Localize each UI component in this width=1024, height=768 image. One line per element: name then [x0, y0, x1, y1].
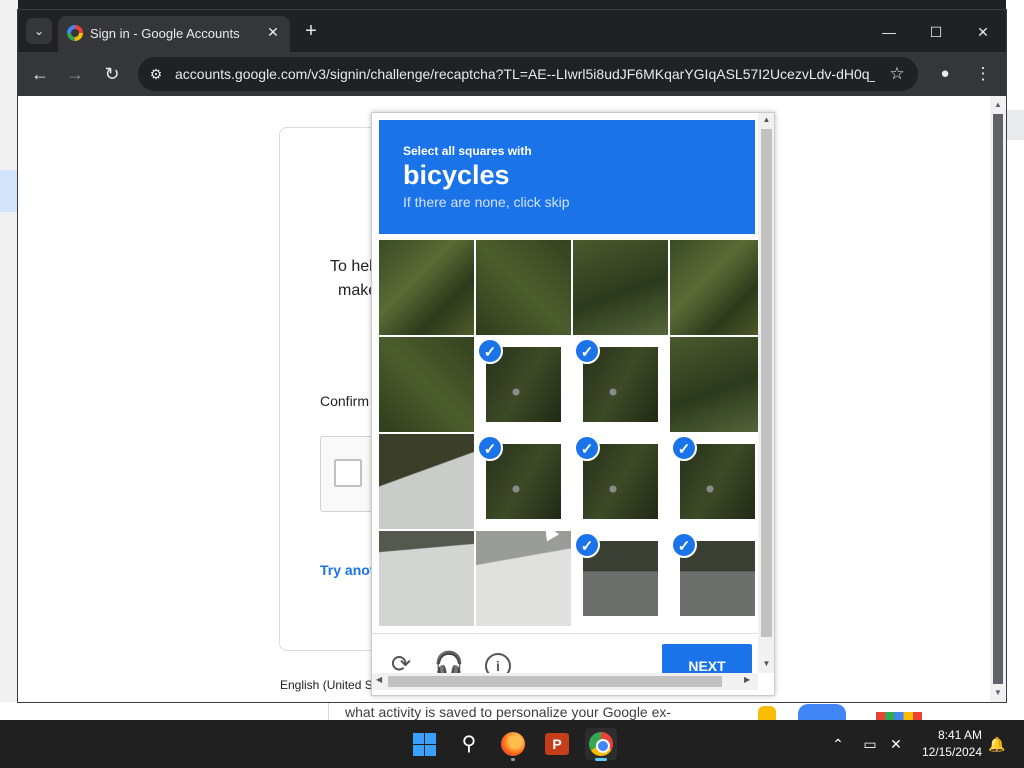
- captcha-tile-selected[interactable]: ✓: [573, 531, 668, 626]
- language-selector[interactable]: English (United S: [280, 678, 373, 692]
- background-illustration: [798, 704, 846, 720]
- captcha-vertical-scrollbar[interactable]: ▲ ▼: [758, 113, 774, 673]
- network-icon[interactable]: ▭: [860, 734, 880, 754]
- tab-active[interactable]: Sign in - Google Accounts ✕: [58, 16, 290, 52]
- captcha-tile[interactable]: [670, 337, 765, 432]
- reload-icon[interactable]: ↻: [98, 60, 126, 88]
- captcha-tile[interactable]: [476, 240, 571, 335]
- captcha-hint-text: If there are none, click skip: [403, 194, 570, 210]
- captcha-image-grid: ✓ ✓ ✓ ✓ ✓ ✓ ✓: [379, 240, 765, 626]
- system-clock[interactable]: 8:41 AM 12/15/2024: [912, 727, 982, 761]
- captcha-tile[interactable]: [670, 240, 765, 335]
- captcha-instructions: Select all squares with bicycles If ther…: [379, 120, 755, 234]
- close-window-button[interactable]: ✕: [960, 18, 1006, 46]
- page-scrollbar[interactable]: ▲ ▼: [990, 96, 1006, 702]
- captcha-tile-selected[interactable]: ✓: [670, 434, 765, 529]
- background-illustration: [758, 706, 776, 720]
- address-bar[interactable]: ⚙ accounts.google.com/v3/signin/challeng…: [138, 57, 918, 91]
- captcha-tile[interactable]: [573, 240, 668, 335]
- confirm-label: Confirm: [320, 393, 370, 409]
- captcha-tile[interactable]: [379, 434, 474, 529]
- captcha-tile[interactable]: [379, 337, 474, 432]
- captcha-instruction-text: Select all squares with: [403, 144, 532, 158]
- tab-title: Sign in - Google Accounts: [90, 26, 240, 41]
- signin-message-line: To hel: [330, 258, 373, 275]
- page-content: To hel make Confirm Try anot English (Un…: [18, 96, 990, 702]
- checkmark-icon: ✓: [671, 435, 697, 461]
- profile-icon[interactable]: ●: [934, 63, 956, 85]
- tab-close-icon[interactable]: ✕: [264, 23, 282, 41]
- forward-arrow-icon[interactable]: →: [61, 60, 89, 88]
- captcha-tile[interactable]: [476, 531, 571, 626]
- background-window-bottom: what activity is saved to personalize yo…: [0, 702, 1024, 720]
- background-window-right: [1006, 0, 1024, 720]
- try-another-way-link[interactable]: Try anot: [320, 562, 374, 578]
- captcha-tile-selected[interactable]: ✓: [573, 434, 668, 529]
- captcha-tile-selected[interactable]: ✓: [573, 337, 668, 432]
- chrome-window: ⌄ Sign in - Google Accounts ✕ + — ☐ ✕ ← …: [18, 10, 1006, 702]
- back-arrow-icon[interactable]: ←: [26, 60, 54, 88]
- minimize-button[interactable]: —: [866, 18, 912, 46]
- maximize-button[interactable]: ☐: [913, 18, 959, 46]
- chrome-icon[interactable]: [585, 728, 617, 761]
- clock-time: 8:41 AM: [937, 728, 982, 742]
- site-info-icon[interactable]: ⚙: [146, 64, 166, 84]
- url-text[interactable]: accounts.google.com/v3/signin/challenge/…: [175, 66, 875, 82]
- checkmark-icon: ✓: [671, 532, 697, 558]
- bookmark-star-icon[interactable]: ☆: [886, 63, 908, 85]
- firefox-icon[interactable]: [497, 728, 529, 761]
- title-bar: ⌄ Sign in - Google Accounts ✕ + — ☐ ✕: [18, 10, 1006, 52]
- captcha-tile[interactable]: [379, 531, 474, 626]
- kebab-menu-icon[interactable]: ⋮: [972, 63, 994, 85]
- checkmark-icon: ✓: [574, 435, 600, 461]
- captcha-horizontal-scrollbar[interactable]: ◀ ▶: [372, 673, 758, 690]
- background-window-left: [0, 0, 18, 720]
- new-tab-button[interactable]: +: [300, 20, 322, 42]
- powerpoint-icon[interactable]: P: [541, 728, 573, 760]
- checkmark-icon: ✓: [574, 532, 600, 558]
- recaptcha-challenge-popup: Select all squares with bicycles If ther…: [371, 112, 775, 696]
- checkmark-icon: ✓: [574, 338, 600, 364]
- checkmark-icon: ✓: [477, 338, 503, 364]
- captcha-tile-selected[interactable]: ✓: [476, 337, 571, 432]
- chevron-up-icon[interactable]: ⌃: [828, 734, 848, 754]
- desktop-top-strip: [0, 0, 1024, 10]
- windows-taskbar: ⚲ P ⌃ ▭ ✕ 8:41 AM 12/15/2024 🔔: [0, 720, 1024, 768]
- clock-date: 12/15/2024: [921, 745, 982, 759]
- recaptcha-checkbox[interactable]: [334, 459, 362, 487]
- google-favicon-icon: [67, 25, 83, 41]
- search-icon[interactable]: ⚲: [453, 728, 485, 760]
- captcha-tile-selected[interactable]: ✓: [476, 434, 571, 529]
- captcha-tile-selected[interactable]: ✓: [670, 531, 765, 626]
- checkmark-icon: ✓: [477, 435, 503, 461]
- captcha-target-text: bicycles: [403, 160, 510, 190]
- background-illustration: [876, 712, 922, 720]
- browser-toolbar: ← → ↻ ⚙ accounts.google.com/v3/signin/ch…: [18, 52, 1006, 96]
- notification-bell-icon[interactable]: 🔔: [987, 734, 1007, 754]
- tab-search-button[interactable]: ⌄: [26, 18, 52, 44]
- volume-muted-icon[interactable]: ✕: [886, 734, 906, 754]
- captcha-tile[interactable]: [379, 240, 474, 335]
- background-page-text: what activity is saved to personalize yo…: [345, 704, 672, 720]
- windows-start-icon[interactable]: [408, 728, 440, 760]
